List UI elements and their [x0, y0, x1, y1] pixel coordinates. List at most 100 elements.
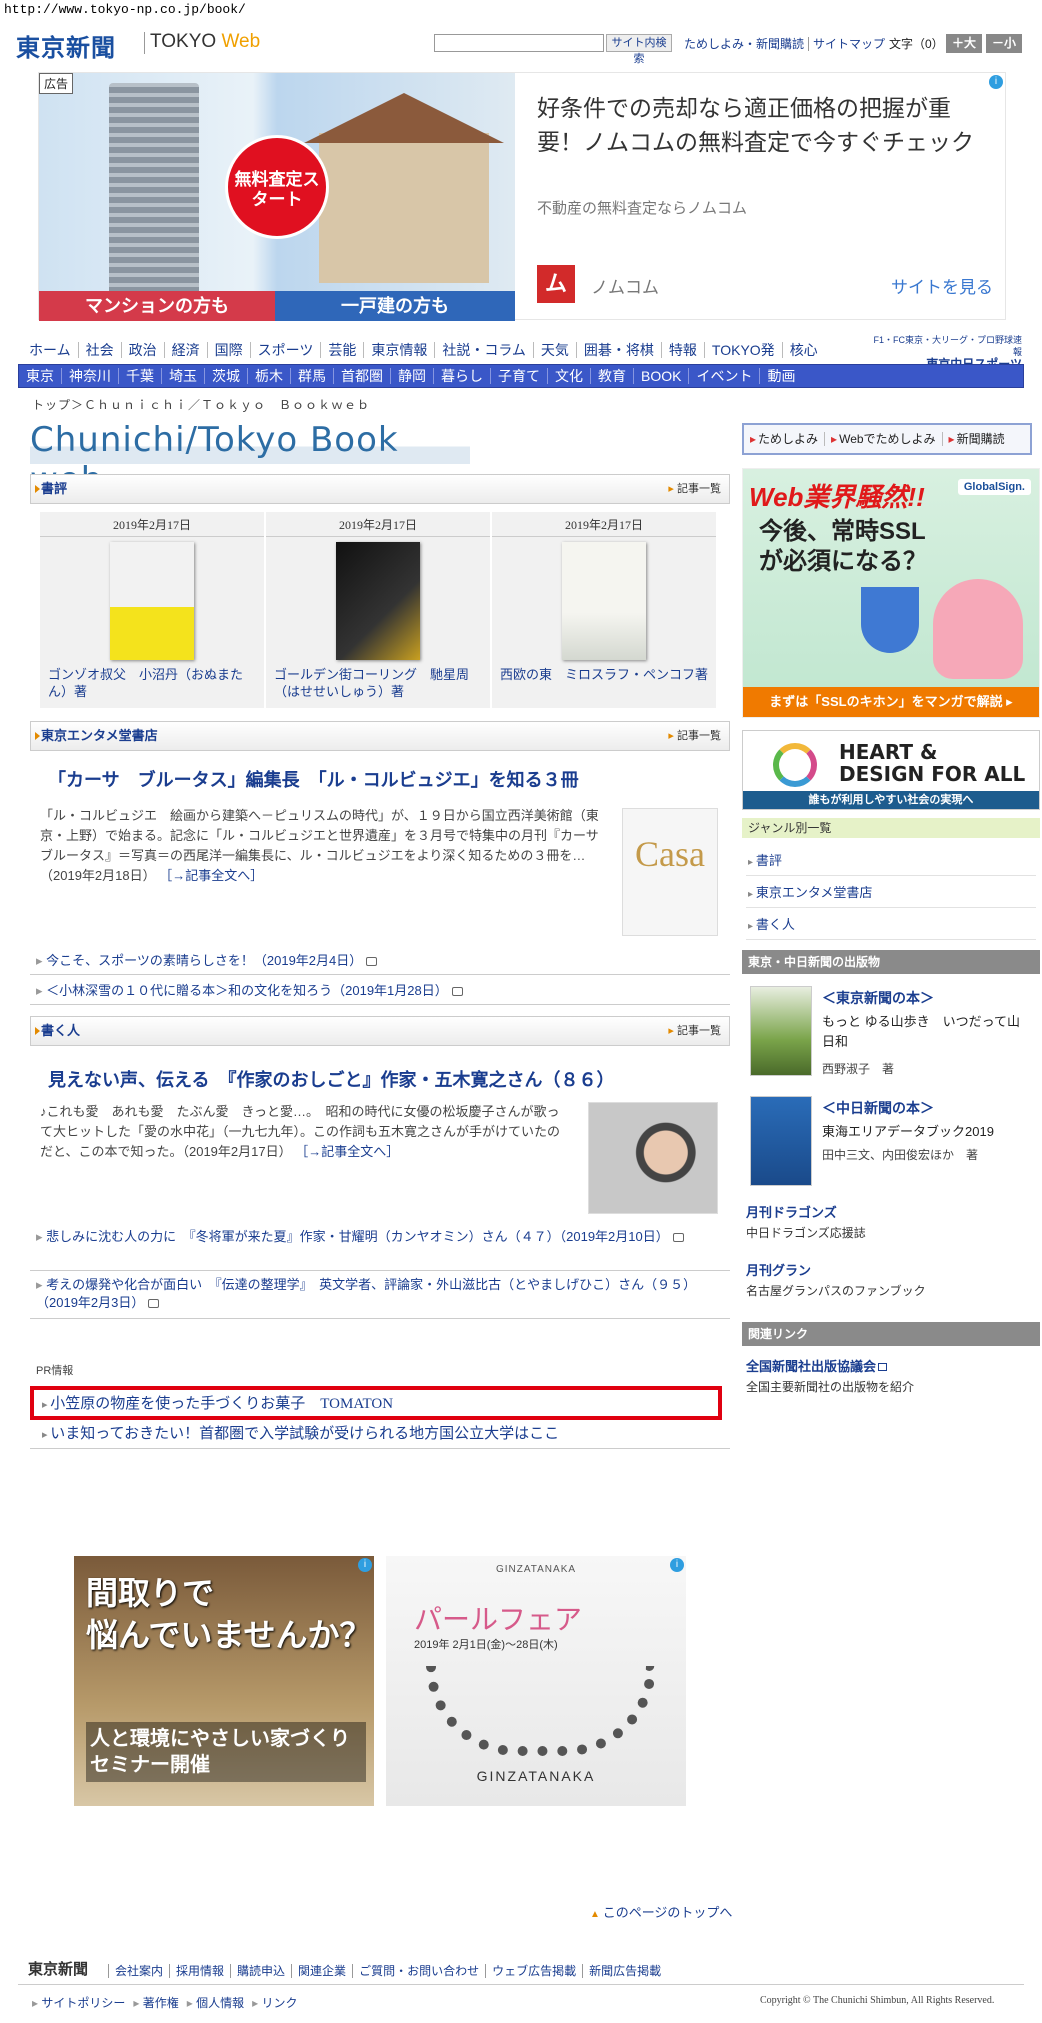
page-top-link[interactable]: このページのトップへ [590, 1902, 733, 1921]
genre-link[interactable]: 東京エンタメ堂書店 [746, 878, 1036, 908]
site-search-input[interactable] [434, 34, 604, 52]
site-search-button[interactable]: サイト内検索 [606, 34, 672, 65]
pr-link[interactable]: いま知っておきたい！首都圏で入学試験が受けられる地方国公立大学はここ [42, 1422, 559, 1443]
writers-link[interactable]: 悲しみに沈む人の力に 『冬将軍が来た夏』作家・甘耀明（カンヤオミン）さん（４７）… [36, 1228, 716, 1246]
sidebar-top-link[interactable]: Webでためしよみ [824, 432, 942, 446]
region-nav-item[interactable]: 栃木 [247, 368, 290, 384]
region-nav-item[interactable]: 教育 [590, 368, 633, 384]
review-caption[interactable]: ゴンゾオ叔父 小沼丹（おぬまたん）著 [48, 666, 258, 700]
header-link-sitemap[interactable]: サイトマップ [808, 37, 890, 51]
review-caption[interactable]: ゴールデン街コーリング 馳星周（はせせいしゅう）著 [274, 666, 484, 700]
top-banner-ad[interactable]: 無料査定スタート 広告 マンションの方も 一戸建の方も 好条件での売却なら適正価… [38, 72, 1006, 321]
publication-cover[interactable] [750, 986, 812, 1076]
region-nav-item[interactable]: イベント [688, 368, 760, 384]
tokyo-shimbun-logo[interactable]: 東京新聞 [16, 28, 116, 63]
nav-item[interactable]: 核心 [781, 342, 825, 358]
text-size-up-button[interactable]: ＋大 [946, 34, 982, 53]
footer-link[interactable]: ご質問・お問い合わせ [352, 1964, 486, 1978]
nav-item[interactable]: 特報 [660, 342, 704, 358]
entame-link[interactable]: 今こそ、スポーツの素晴らしさを！（2019年2月4日） [36, 952, 378, 970]
genre-link[interactable]: 書評 [746, 846, 1036, 876]
writers-link[interactable]: 考えの爆発や化合が面白い 『伝達の整理学』 英文学者、評論家・外山滋比古（とやま… [36, 1276, 716, 1312]
magazine-link[interactable]: 月刊ドラゴンズ [746, 1202, 837, 1221]
nav-item[interactable]: 天気 [532, 342, 576, 358]
region-nav-item[interactable]: 静岡 [390, 368, 433, 384]
casa-magazine-thumbnail[interactable]: Casa [622, 808, 718, 936]
footer-logo[interactable]: 東京新聞 [28, 1958, 88, 1979]
publication-item[interactable]: ＜中日新聞の本＞ 東海エリアデータブック2019 田中三文、内田俊宏ほか 著 [746, 1096, 1036, 1196]
adchoices-icon[interactable]: i [989, 75, 1003, 89]
region-nav-item[interactable]: 動画 [759, 368, 803, 384]
region-nav-item[interactable]: 千葉 [118, 368, 161, 384]
logo-divider [144, 32, 145, 54]
entame-read-more-link[interactable]: ［→記事全文へ］ [159, 868, 263, 883]
nav-item[interactable]: 芸能 [320, 342, 364, 358]
footer-link[interactable]: 新聞広告掲載 [582, 1964, 668, 1978]
region-nav-item[interactable]: 埼玉 [161, 368, 204, 384]
ad-headline[interactable]: 好条件での売却なら適正価格の把握が重要！ノムコムの無料査定で今すぐチェック [537, 91, 987, 159]
region-nav-item[interactable]: 暮らし [433, 368, 490, 384]
ad-pearl[interactable]: GINZATANAKA パールフェア 2019年 2月1日(金)～28日(木) … [386, 1556, 686, 1806]
nav-item[interactable]: TOKYO発 [703, 342, 782, 358]
footer-link[interactable]: 採用情報 [169, 1964, 231, 1978]
footer-policy-link[interactable]: 個人情報 [183, 1996, 248, 2010]
sidebar-top-link[interactable]: ためしよみ [744, 432, 824, 446]
pr-link[interactable]: 小笠原の物産を使った手づくりお菓子 TOMATON [42, 1392, 393, 1413]
tokyo-web-logo[interactable]: TOKYO Web [150, 31, 260, 53]
footer-link[interactable]: 購読申込 [230, 1964, 292, 1978]
nav-item[interactable]: 国際 [206, 342, 250, 358]
footer-link[interactable]: 関連企業 [291, 1964, 353, 1978]
region-nav-item[interactable]: 東京 [19, 368, 61, 384]
nav-item[interactable]: 社説・コラム [434, 342, 533, 358]
footer-link[interactable]: ウェブ広告掲載 [485, 1964, 583, 1978]
region-nav-item[interactable]: BOOK [633, 368, 689, 384]
adchoices-icon[interactable]: i [358, 1558, 372, 1572]
region-nav-item[interactable]: 群馬 [290, 368, 333, 384]
footer-link[interactable]: 会社案内 [108, 1964, 170, 1978]
nav-item[interactable]: 経済 [163, 342, 207, 358]
sidebar-ad-ssl[interactable]: Web業界騒然!! GlobalSign. 今後、常時SSLが必須になる？ まず… [742, 468, 1040, 718]
adchoices-icon[interactable]: i [670, 1558, 684, 1572]
entame-link[interactable]: ＜小林深雪の１０代に贈る本＞和の文化を知ろう（2019年1月28日） [36, 982, 463, 1000]
book-cover[interactable] [336, 542, 420, 660]
region-nav-item[interactable]: 茨城 [204, 368, 247, 384]
itsuki-portrait[interactable] [588, 1102, 718, 1214]
text-size-down-button[interactable]: －小 [986, 34, 1022, 53]
nav-item[interactable]: 東京情報 [363, 342, 435, 358]
breadcrumb[interactable]: トップ＞Ｃｈｕｎｉｃｈｉ／Ｔｏｋｙｏ Ｂｏｏｋｗｅｂ [32, 396, 370, 413]
region-nav-item[interactable]: 文化 [547, 368, 590, 384]
publication-cover[interactable] [750, 1096, 812, 1186]
nav-item[interactable]: 囲碁・将棋 [575, 342, 661, 358]
magazine-link[interactable]: 月刊グラン [746, 1260, 811, 1279]
writers-more-link[interactable]: 記事一覧 [668, 1017, 721, 1045]
nav-item[interactable]: 社会 [77, 342, 121, 358]
sidebar-ad-heart-design[interactable]: HEART & DESIGN FOR ALL 誰もが利用しやすい社会の実現へ [742, 730, 1040, 810]
review-item[interactable]: 2019年2月17日 西欧の東 ミロスラフ・ペンコフ著 [492, 512, 716, 708]
review-item[interactable]: 2019年2月17日 ゴールデン街コーリング 馳星周（はせせいしゅう）著 [266, 512, 490, 708]
related-link[interactable]: 全国新聞社出版協議会 [746, 1356, 888, 1375]
nav-item[interactable]: 政治 [120, 342, 164, 358]
writers-headline[interactable]: 見えない声、伝える 『作家のおしごと』作家・五木寛之さん（８６） [48, 1066, 614, 1092]
review-item[interactable]: 2019年2月17日 ゴンゾオ叔父 小沼丹（おぬまたん）著 [40, 512, 264, 708]
region-nav-item[interactable]: 子育て [490, 368, 547, 384]
genre-link[interactable]: 書く人 [746, 910, 1036, 940]
book-cover[interactable] [562, 542, 646, 660]
ad-housing[interactable]: 間取りで 悩んでいませんか？ 人と環境にやさしい家づくりセミナー開催 i [74, 1556, 374, 1806]
footer-policy-link[interactable]: サイトポリシー [28, 1996, 129, 2010]
header-link-trial[interactable]: ためしよみ・新聞購読 [680, 37, 808, 51]
publication-item[interactable]: ＜東京新聞の本＞ もっと ゆる山歩き いつだって山日和 西野淑子 著 [746, 986, 1036, 1086]
review-caption[interactable]: 西欧の東 ミロスラフ・ペンコフ著 [500, 666, 710, 683]
writers-read-more-link[interactable]: ［→記事全文へ］ [295, 1144, 399, 1159]
nav-item[interactable]: スポーツ [249, 342, 321, 358]
reviews-more-link[interactable]: 記事一覧 [668, 475, 721, 503]
region-nav-item[interactable]: 神奈川 [61, 368, 118, 384]
footer-policy-link[interactable]: リンク [248, 1996, 301, 2010]
book-cover[interactable] [110, 542, 194, 660]
nav-item[interactable]: ホーム [22, 342, 78, 358]
ad-cta-link[interactable]: サイトを見る [891, 273, 993, 298]
footer-policy-link[interactable]: 著作権 [129, 1996, 182, 2010]
region-nav-item[interactable]: 首都圏 [333, 368, 390, 384]
sidebar-top-link[interactable]: 新聞購読 [941, 432, 1011, 446]
entame-headline[interactable]: 「カーサ ブルータス」編集長 「ル・コルビュジエ」を知る３冊 [48, 766, 579, 792]
entame-more-link[interactable]: 記事一覧 [668, 722, 721, 750]
